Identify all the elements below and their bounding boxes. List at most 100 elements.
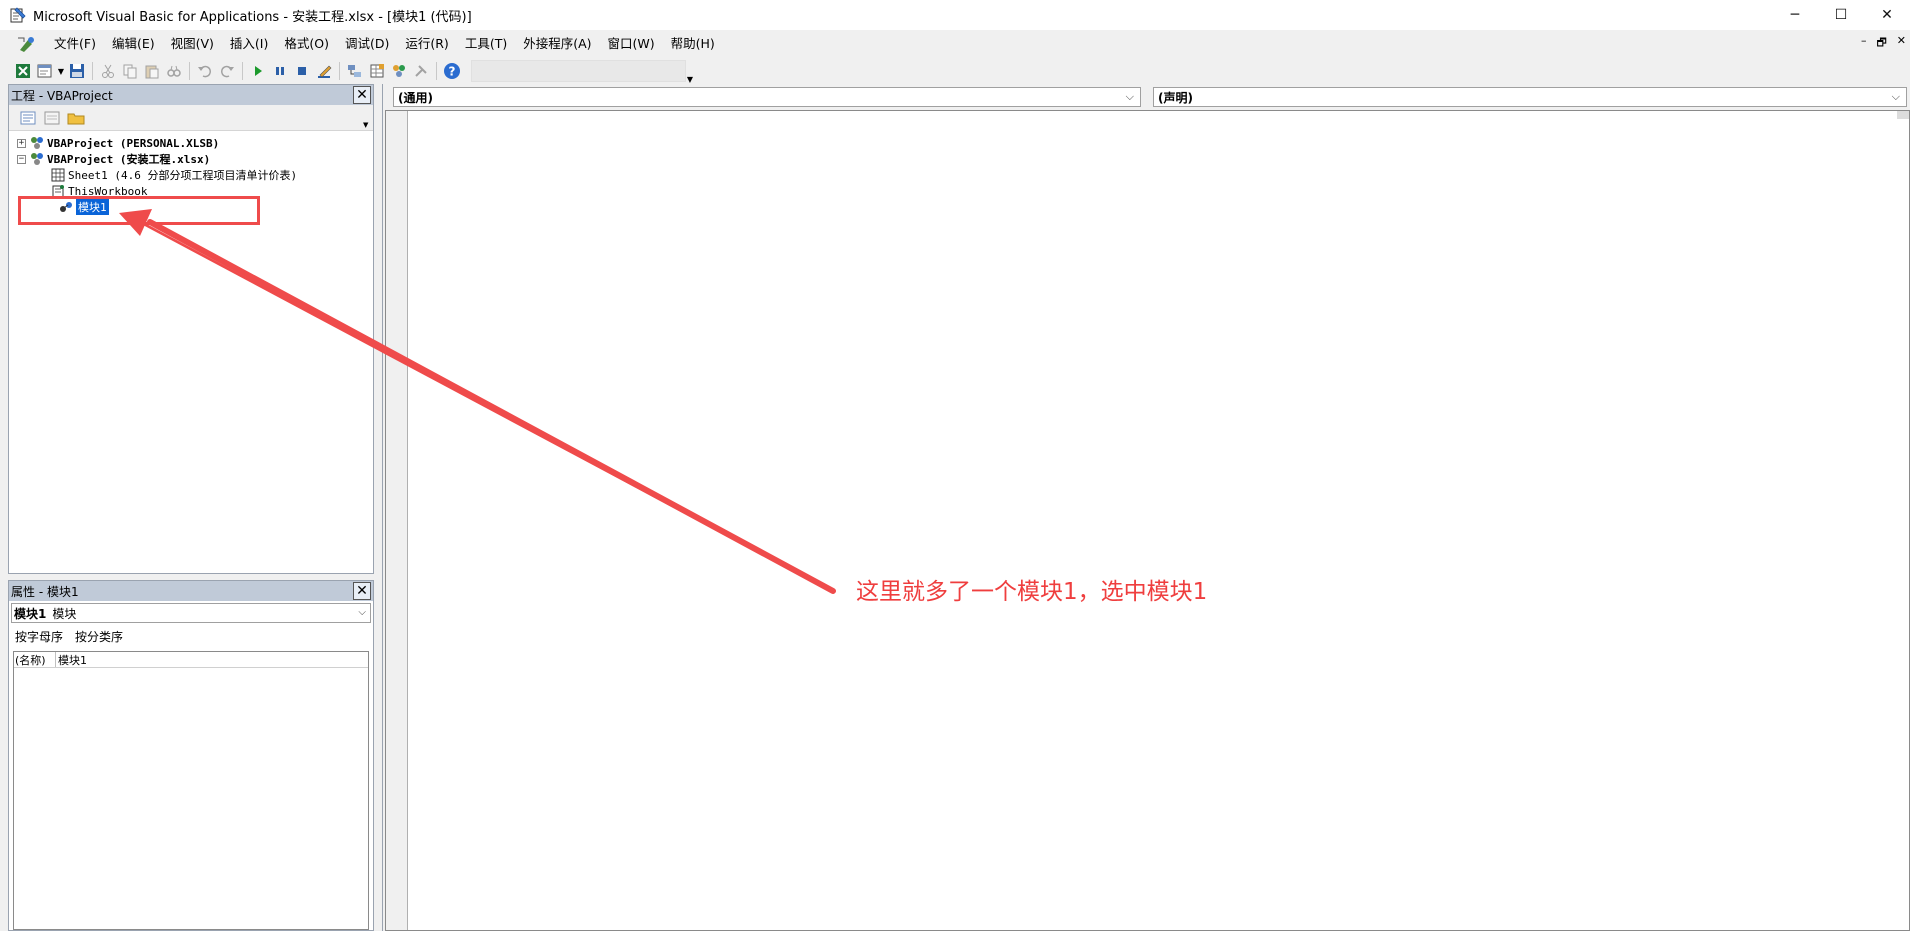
vba-app-icon bbox=[10, 7, 26, 23]
object-combo-value: (通用) bbox=[398, 90, 433, 105]
annotation-text: 这里就多了一个模块1，选中模块1 bbox=[856, 579, 1208, 605]
copy-button[interactable] bbox=[119, 60, 141, 82]
break-button[interactable] bbox=[269, 60, 291, 82]
run-button[interactable] bbox=[247, 60, 269, 82]
property-row[interactable]: (名称) 模块1 bbox=[14, 652, 368, 668]
vbaproject-icon bbox=[31, 137, 43, 149]
standard-toolbar: ▼ ? ▼ bbox=[0, 58, 1910, 84]
minimize-button[interactable]: ─ bbox=[1772, 0, 1818, 30]
vertical-scrollbar[interactable] bbox=[1897, 111, 1909, 119]
svg-text:?: ? bbox=[449, 65, 456, 79]
procedure-combo[interactable]: (声明) ⌵ bbox=[1153, 87, 1907, 107]
properties-title: 属性 - 模块1 bbox=[11, 584, 79, 599]
toolbox-icon bbox=[415, 65, 427, 77]
view-object-icon[interactable] bbox=[43, 110, 61, 126]
break-icon bbox=[276, 67, 284, 75]
menu-tools[interactable]: 工具(T) bbox=[457, 33, 515, 55]
find-button[interactable] bbox=[163, 60, 185, 82]
project-explorer-button[interactable] bbox=[344, 60, 366, 82]
properties-window-button[interactable] bbox=[366, 60, 388, 82]
project-explorer-panel: 工程 - VBAProject ✕ ▼ + VBAProject (PERSON… bbox=[8, 84, 374, 574]
menu-format[interactable]: 格式(O) bbox=[276, 33, 337, 55]
menu-file[interactable]: 文件(F) bbox=[46, 33, 104, 55]
menu-help[interactable]: 帮助(H) bbox=[663, 33, 723, 55]
properties-grid: (名称) 模块1 bbox=[13, 651, 369, 930]
procedure-combo-value: (声明) bbox=[1158, 90, 1193, 105]
help-icon: ? bbox=[444, 63, 460, 79]
redo-button[interactable] bbox=[216, 60, 238, 82]
mdi-controls: – 🗗 ✕ bbox=[1861, 34, 1906, 53]
design-mode-icon bbox=[318, 65, 332, 78]
menu-debug[interactable]: 调试(D) bbox=[337, 33, 397, 55]
vba-menu-icon[interactable] bbox=[16, 34, 38, 54]
toolbar-dropdown[interactable]: ▼ bbox=[56, 60, 66, 82]
cut-button[interactable] bbox=[97, 60, 119, 82]
chevron-down-icon: ⌵ bbox=[358, 607, 366, 618]
margin-indicator-bar[interactable] bbox=[386, 111, 408, 930]
toolbar-overflow-icon[interactable]: ▼ bbox=[363, 107, 371, 129]
view-excel-button[interactable] bbox=[12, 60, 34, 82]
tree-item-sheet1[interactable]: Sheet1 (4.6 分部分项工程项目清单计价表) bbox=[51, 167, 297, 183]
find-icon bbox=[167, 65, 181, 77]
title-bar: Microsoft Visual Basic for Applications … bbox=[0, 0, 1910, 30]
toolbox-button[interactable] bbox=[410, 60, 432, 82]
insert-userform-icon bbox=[37, 64, 52, 78]
properties-panel: 属性 - 模块1 ✕ 模块1 模块 ⌵ 按字母序 按分类序 (名称) 模块1 bbox=[8, 580, 374, 931]
menu-run[interactable]: 运行(R) bbox=[397, 33, 456, 55]
menu-bar: 文件(F) 编辑(E) 视图(V) 插入(I) 格式(O) 调试(D) 运行(R… bbox=[0, 30, 1910, 58]
properties-title-bar: 属性 - 模块1 ✕ bbox=[9, 581, 373, 601]
property-key: (名称) bbox=[14, 652, 56, 667]
project-explorer-icon bbox=[348, 65, 361, 77]
tree-item-install-project[interactable]: − VBAProject (安装工程.xlsx) bbox=[17, 151, 210, 167]
save-button[interactable] bbox=[66, 60, 88, 82]
tab-alphabetic[interactable]: 按字母序 bbox=[15, 628, 63, 645]
menu-window[interactable]: 窗口(W) bbox=[600, 33, 663, 55]
toolbar-position-field bbox=[471, 60, 686, 82]
tree-item-personal-project[interactable]: + VBAProject (PERSONAL.XLSB) bbox=[17, 135, 219, 151]
window-title: Microsoft Visual Basic for Applications … bbox=[33, 9, 472, 25]
project-explorer-title-bar: 工程 - VBAProject ✕ bbox=[9, 85, 373, 105]
menu-edit[interactable]: 编辑(E) bbox=[104, 33, 163, 55]
toolbar-separator bbox=[242, 62, 243, 80]
collapse-icon[interactable]: − bbox=[17, 154, 26, 164]
property-value[interactable]: 模块1 bbox=[56, 652, 87, 667]
mdi-restore-button[interactable]: 🗗 bbox=[1876, 34, 1886, 53]
object-browser-button[interactable] bbox=[388, 60, 410, 82]
paste-button[interactable] bbox=[141, 60, 163, 82]
close-button[interactable]: ✕ bbox=[1864, 0, 1910, 30]
menu-view[interactable]: 视图(V) bbox=[163, 33, 222, 55]
insert-userform-button[interactable] bbox=[34, 60, 56, 82]
toggle-folders-icon[interactable] bbox=[67, 110, 85, 126]
reset-icon bbox=[298, 67, 306, 75]
toolbar-separator bbox=[92, 62, 93, 80]
maximize-button[interactable]: ☐ bbox=[1818, 0, 1864, 30]
properties-close-button[interactable]: ✕ bbox=[353, 582, 371, 600]
view-code-icon[interactable] bbox=[19, 110, 37, 126]
properties-tabs: 按字母序 按分类序 bbox=[9, 623, 373, 645]
highlight-box bbox=[18, 196, 260, 225]
help-button[interactable]: ? bbox=[441, 60, 463, 82]
toolbar-separator bbox=[436, 62, 437, 80]
menu-addins[interactable]: 外接程序(A) bbox=[515, 33, 599, 55]
menu-insert[interactable]: 插入(I) bbox=[222, 33, 276, 55]
paste-icon bbox=[145, 65, 159, 79]
object-combo[interactable]: (通用) ⌵ bbox=[393, 87, 1141, 107]
design-mode-button[interactable] bbox=[313, 60, 335, 82]
object-selector[interactable]: 模块1 模块 ⌵ bbox=[11, 603, 371, 623]
reset-button[interactable] bbox=[291, 60, 313, 82]
worksheet-icon bbox=[51, 168, 65, 182]
mdi-minimize-button[interactable]: – bbox=[1861, 34, 1867, 53]
object-type: 模块 bbox=[52, 606, 77, 621]
mdi-close-button[interactable]: ✕ bbox=[1897, 34, 1906, 53]
expand-icon[interactable]: + bbox=[17, 138, 26, 148]
object-browser-icon bbox=[393, 65, 405, 77]
tree-item-label: Sheet1 (4.6 分部分项工程项目清单计价表) bbox=[68, 169, 298, 182]
cut-icon bbox=[102, 64, 114, 78]
tab-categorized[interactable]: 按分类序 bbox=[75, 628, 123, 645]
undo-button[interactable] bbox=[194, 60, 216, 82]
code-editor[interactable] bbox=[385, 110, 1910, 931]
toolbar-options-dropdown[interactable]: ▼ bbox=[686, 58, 694, 84]
save-icon bbox=[70, 64, 84, 78]
window-controls: ─ ☐ ✕ bbox=[1772, 0, 1910, 30]
project-explorer-close-button[interactable]: ✕ bbox=[353, 86, 371, 104]
